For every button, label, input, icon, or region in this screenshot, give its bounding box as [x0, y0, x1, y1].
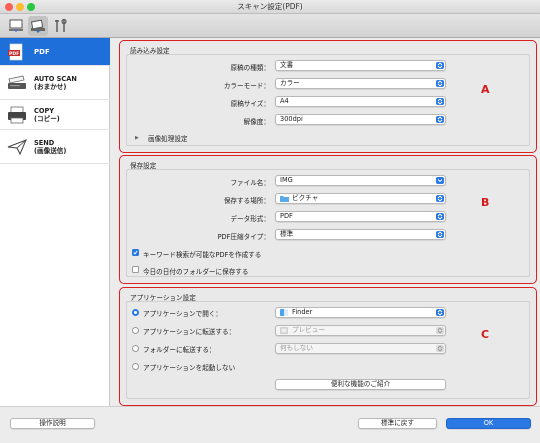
- color-mode-select[interactable]: カラー: [275, 78, 446, 89]
- compression-label: PDF圧縮タイプ：: [217, 233, 270, 241]
- toolbar: [0, 14, 540, 38]
- chevron-updown-icon: [436, 195, 444, 202]
- minimize-window-button[interactable]: [16, 3, 24, 11]
- pdf-document-icon: PDF: [8, 43, 23, 61]
- date-folder-label: 今日の日付のフォルダーに保存する: [143, 268, 249, 276]
- no-launch-radio[interactable]: [132, 363, 139, 370]
- marker-c: C: [481, 328, 490, 341]
- save-location-label: 保存する場所：: [223, 197, 270, 205]
- chevron-updown-icon: [436, 62, 444, 69]
- app-settings-panel: アプリケーション設定 アプリケーションで開く： Finder アプリケーションに…: [119, 287, 537, 406]
- paper-size-value: A4: [280, 97, 289, 105]
- chevron-updown-icon: [436, 80, 444, 87]
- send-to-app-radio[interactable]: [132, 327, 139, 334]
- send-to-folder-radio[interactable]: [132, 345, 139, 352]
- paper-plane-icon: [7, 139, 27, 156]
- sidebar-item-auto-scan[interactable]: AUTO SCAN (おまかせ): [0, 66, 110, 100]
- tab-scan-from-computer[interactable]: [6, 16, 26, 36]
- send-to-app-select[interactable]: プレビュー: [275, 325, 446, 336]
- keyword-search-checkbox[interactable]: [132, 249, 139, 256]
- chevron-updown-icon: [436, 116, 444, 123]
- file-name-label: ファイル名：: [230, 179, 270, 187]
- preview-app-icon: [280, 327, 288, 334]
- keyword-search-label: キーワード検索が可能なPDFを作成する: [143, 251, 262, 259]
- sidebar-item-label: SEND (画像送信): [34, 139, 67, 155]
- ok-button[interactable]: OK: [446, 418, 531, 429]
- open-with-app-select[interactable]: Finder: [275, 307, 446, 318]
- send-to-folder-label: フォルダーに転送する：: [143, 346, 216, 354]
- image-processing-toggle[interactable]: 画像処理設定: [148, 133, 188, 143]
- chevron-updown-icon: [436, 231, 444, 238]
- file-name-combo[interactable]: IMG: [275, 175, 446, 186]
- scanner-icon: [8, 75, 26, 89]
- tools-icon: [55, 18, 67, 32]
- compression-select[interactable]: 標準: [275, 229, 446, 240]
- title-bar: スキャン設定(PDF): [0, 0, 540, 14]
- no-launch-label: アプリケーションを起動しない: [143, 364, 236, 372]
- marker-b: B: [481, 196, 490, 209]
- footer: 操作説明 標準に戻す OK: [0, 406, 540, 443]
- checkmark-icon: [133, 250, 138, 255]
- sidebar: PDF PDF AUTO SCAN (おまかせ) COPY (コピー) SEND…: [0, 38, 110, 406]
- resolution-value: 300dpi: [280, 115, 303, 123]
- chevron-updown-icon: [436, 98, 444, 105]
- chevron-updown-icon: [436, 345, 444, 352]
- open-with-app-value: Finder: [292, 308, 313, 316]
- sidebar-item-copy[interactable]: COPY (コピー): [0, 100, 110, 130]
- paper-size-select[interactable]: A4: [275, 96, 446, 107]
- resolution-select[interactable]: 300dpi: [275, 114, 446, 125]
- send-to-app-value: プレビュー: [292, 326, 325, 334]
- color-mode-value: カラー: [280, 79, 300, 87]
- instructions-button[interactable]: 操作説明: [10, 418, 95, 429]
- save-location-value: ピクチャ: [292, 194, 319, 202]
- folder-icon: [280, 196, 289, 202]
- open-with-app-label: アプリケーションで開く：: [143, 310, 222, 318]
- scanner-panel-icon: [30, 19, 45, 33]
- open-with-app-radio[interactable]: [132, 309, 139, 316]
- zoom-window-button[interactable]: [27, 3, 35, 11]
- tab-scan-from-panel[interactable]: [28, 16, 48, 36]
- paper-size-label: 原稿サイズ：: [230, 100, 270, 108]
- sidebar-item-label: COPY (コピー): [34, 107, 60, 123]
- chevron-updown-icon: [436, 213, 444, 220]
- data-format-value: PDF: [280, 212, 293, 220]
- tab-general-settings[interactable]: [51, 16, 71, 36]
- doc-type-select[interactable]: 文書: [275, 60, 446, 71]
- read-settings-panel: 読み込み設定 原稿の種類： 文書 カラーモード： カラー 原稿サイズ： A4 解…: [119, 40, 537, 153]
- finder-icon: [280, 309, 288, 316]
- send-to-app-label: アプリケーションに転送する：: [143, 328, 236, 336]
- chevron-down-icon: [436, 177, 444, 184]
- sidebar-item-label: AUTO SCAN (おまかせ): [34, 75, 77, 91]
- doc-type-value: 文書: [280, 61, 294, 69]
- sidebar-item-send[interactable]: SEND (画像送信): [0, 130, 110, 164]
- resolution-label: 解像度：: [243, 118, 270, 126]
- save-location-select[interactable]: ピクチャ: [275, 193, 446, 204]
- window-title: スキャン設定(PDF): [237, 2, 303, 11]
- useful-features-button[interactable]: 便利な機能のご紹介: [275, 379, 446, 390]
- chevron-updown-icon: [436, 309, 444, 316]
- compression-value: 標準: [280, 230, 294, 238]
- data-format-select[interactable]: PDF: [275, 211, 446, 222]
- send-to-folder-select[interactable]: 何もしない: [275, 343, 446, 354]
- restore-defaults-button[interactable]: 標準に戻す: [358, 418, 437, 429]
- disclosure-triangle-icon[interactable]: ▶: [135, 135, 139, 141]
- doc-type-label: 原稿の種類：: [230, 64, 270, 72]
- close-window-button[interactable]: [5, 3, 13, 11]
- file-name-value: IMG: [280, 176, 293, 184]
- save-settings-panel: 保存設定 ファイル名： IMG 保存する場所： ピクチャ データ形式： PDF …: [119, 155, 537, 284]
- computer-scan-icon: [9, 19, 23, 32]
- color-mode-label: カラーモード：: [223, 82, 270, 90]
- marker-a: A: [481, 83, 490, 96]
- date-folder-checkbox[interactable]: [132, 266, 139, 273]
- chevron-updown-icon: [436, 327, 444, 334]
- send-to-folder-value: 何もしない: [280, 344, 313, 352]
- svg-text:PDF: PDF: [9, 51, 19, 57]
- sidebar-item-pdf[interactable]: PDF PDF: [0, 38, 110, 66]
- printer-icon: [8, 106, 26, 124]
- sidebar-item-label: PDF: [34, 48, 50, 56]
- data-format-label: データ形式：: [230, 215, 270, 223]
